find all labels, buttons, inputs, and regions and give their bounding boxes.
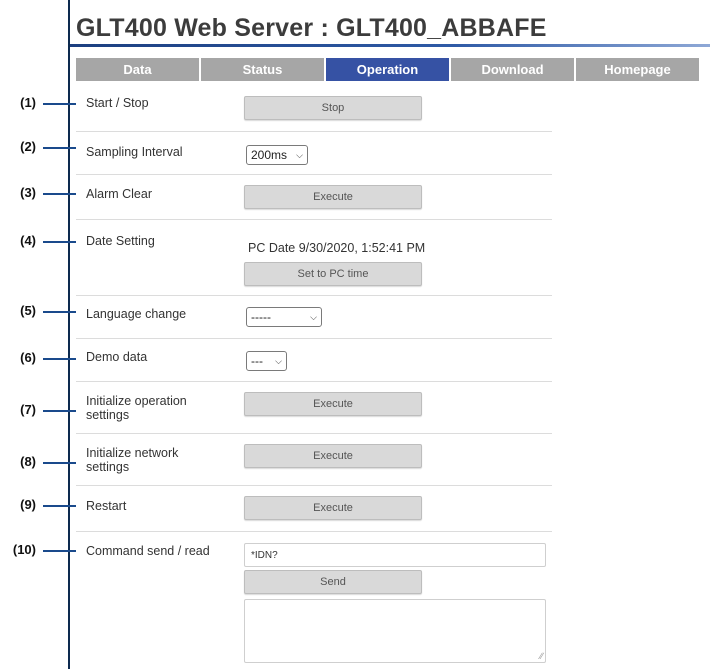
callout-number: (2) [20, 139, 36, 154]
send-button[interactable]: Send [244, 570, 422, 594]
callout-8: (8) [0, 454, 76, 470]
initialize-network-label-line2: settings [86, 460, 130, 474]
callout-number: (7) [20, 402, 36, 417]
stop-button[interactable]: Stop [244, 96, 422, 120]
initialize-operation-label: Initialize operation settings [86, 394, 226, 422]
callout-6: (6) [0, 350, 76, 366]
sampling-interval-label: Sampling Interval [86, 145, 183, 159]
callout-line [43, 550, 76, 552]
callout-line [43, 241, 76, 243]
set-to-pc-time-button[interactable]: Set to PC time [244, 262, 422, 286]
callout-line [43, 410, 76, 412]
page-title: GLT400 Web Server : GLT400_ABBAFE [76, 14, 547, 42]
row-sampling-interval: (2) Sampling Interval 200ms ⌵ [20, 131, 552, 175]
row-initialize-operation: (7) Initialize operation settings Execut… [20, 381, 552, 434]
tab-status[interactable]: Status [201, 58, 324, 81]
initialize-network-label: Initialize network settings [86, 446, 226, 474]
callout-number: (5) [20, 303, 36, 318]
callout-line [43, 462, 76, 464]
row-language-change: (5) Language change ----- ⌵ [20, 295, 552, 339]
chevron-down-icon: ⌵ [310, 311, 317, 322]
callout-line [43, 147, 76, 149]
callout-3: (3) [0, 185, 76, 201]
command-input[interactable]: *IDN? [244, 543, 546, 567]
row-demo-data: (6) Demo data --- ⌵ [20, 338, 552, 382]
callout-number: (9) [20, 497, 36, 512]
language-change-label: Language change [86, 307, 187, 321]
language-select[interactable]: ----- ⌵ [246, 307, 322, 327]
row-alarm-clear: (3) Alarm Clear Execute [20, 174, 552, 220]
callout-2: (2) [0, 139, 76, 155]
pc-date-text: PC Date 9/30/2020, 1:52:41 PM [248, 241, 426, 255]
callout-number: (1) [20, 95, 36, 110]
callout-10: (10) [0, 542, 76, 558]
chevron-down-icon: ⌵ [275, 355, 282, 366]
callout-line [43, 311, 76, 313]
command-output-textarea[interactable]: ∕∕ [244, 599, 546, 663]
callout-number: (8) [20, 454, 36, 469]
callout-number: (3) [20, 185, 36, 200]
start-stop-label: Start / Stop [86, 96, 149, 110]
tab-operation[interactable]: Operation [326, 58, 449, 81]
demo-data-label: Demo data [86, 350, 148, 364]
tab-homepage[interactable]: Homepage [576, 58, 699, 81]
sampling-interval-select[interactable]: 200ms ⌵ [246, 145, 308, 165]
alarm-clear-label: Alarm Clear [86, 187, 152, 201]
callout-4: (4) [0, 233, 76, 249]
tab-data[interactable]: Data [76, 58, 199, 81]
callout-line [43, 103, 76, 105]
initialize-operation-label-line1: Initialize operation [86, 394, 187, 408]
chevron-down-icon: ⌵ [296, 149, 303, 160]
sampling-interval-value: 200ms [251, 148, 288, 162]
callout-1: (1) [0, 95, 76, 111]
date-setting-label: Date Setting [86, 234, 155, 248]
command-label: Command send / read [86, 544, 210, 558]
callout-number: (10) [12, 542, 36, 557]
restart-execute-button[interactable]: Execute [244, 496, 422, 520]
row-restart: (9) Restart Execute [20, 485, 552, 532]
initialize-operation-label-line2: settings [86, 408, 130, 422]
callout-number: (4) [20, 233, 36, 248]
restart-label: Restart [86, 499, 127, 513]
initialize-network-label-line1: Initialize network [86, 446, 179, 460]
title-underline [70, 44, 710, 47]
demo-data-value: --- [251, 354, 263, 368]
tab-download[interactable]: Download [451, 58, 574, 81]
callout-line [43, 193, 76, 195]
row-command: (10) Command send / read *IDN? Send ∕∕ [13, 531, 552, 669]
demo-data-select[interactable]: --- ⌵ [246, 351, 287, 371]
nav-tabs: Data Status Operation Download Homepage [76, 58, 701, 81]
row-start-stop: (1) Start / Stop Stop [20, 86, 552, 132]
callout-line [43, 505, 76, 507]
callout-9: (9) [0, 497, 76, 513]
language-value: ----- [251, 310, 271, 324]
row-date-setting: (4) Date Setting PC Date 9/30/2020, 1:52… [20, 219, 552, 296]
callout-line [43, 358, 76, 360]
alarm-clear-execute-button[interactable]: Execute [244, 185, 422, 209]
callout-5: (5) [0, 303, 76, 319]
callout-number: (6) [20, 350, 36, 365]
callout-7: (7) [0, 402, 76, 418]
initialize-network-execute-button[interactable]: Execute [244, 444, 422, 468]
resize-grip-icon[interactable]: ∕∕ [540, 651, 543, 661]
row-initialize-network: (8) Initialize network settings Execute [20, 433, 552, 486]
initialize-operation-execute-button[interactable]: Execute [244, 392, 422, 416]
